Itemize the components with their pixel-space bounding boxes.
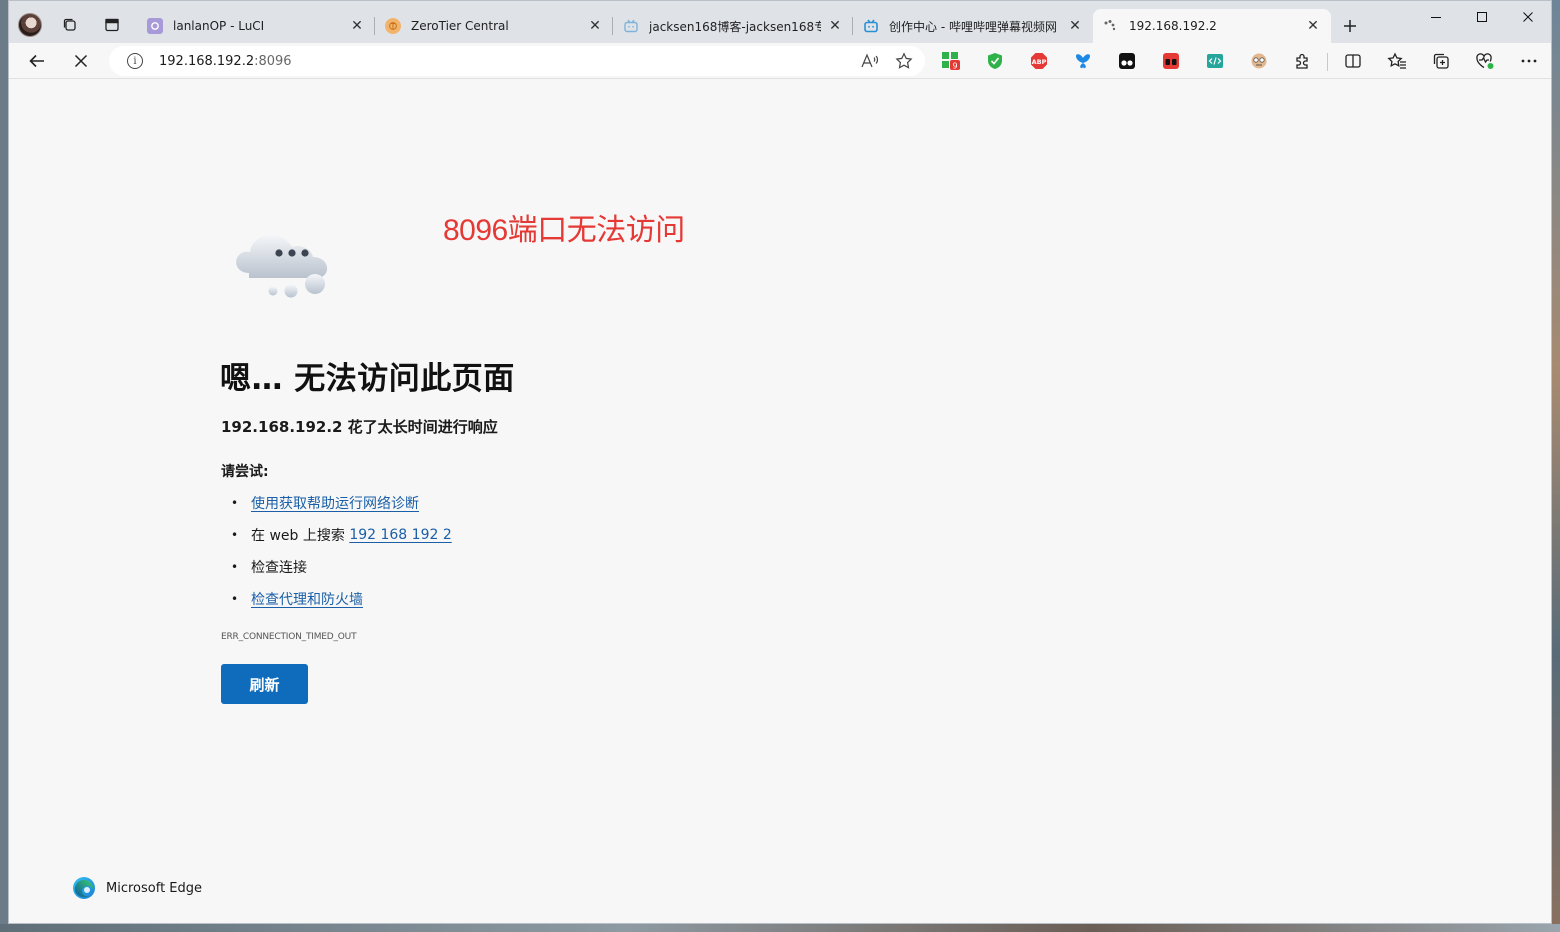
tab-title: ZeroTier Central bbox=[411, 19, 509, 33]
close-icon[interactable]: ✕ bbox=[349, 18, 365, 34]
zerotier-icon bbox=[385, 18, 401, 34]
workspaces-icon bbox=[63, 18, 76, 31]
butterfly-icon[interactable] bbox=[1073, 51, 1093, 71]
url-text[interactable]: 192.168.192.2:8096 bbox=[159, 54, 857, 69]
annotation-text: 8096端口无法访问 bbox=[443, 214, 685, 247]
close-icon bbox=[1523, 12, 1533, 22]
page-title: 嗯… 无法访问此页面 bbox=[220, 361, 515, 397]
tab-bilibili-creator[interactable]: 创作中心 - 哔哩哔哩弹幕视频网 ✕ bbox=[853, 9, 1093, 43]
close-icon[interactable]: ✕ bbox=[587, 18, 603, 34]
suggestion-item: • 在 web 上搜索 192 168 192 2 bbox=[231, 527, 452, 544]
tab-zerotier[interactable]: ZeroTier Central ✕ bbox=[375, 9, 613, 43]
luci-icon bbox=[147, 18, 163, 34]
thinking-cloud-icon bbox=[236, 235, 328, 298]
favorite-star-icon[interactable] bbox=[891, 48, 917, 74]
avatar bbox=[18, 13, 42, 37]
collections-icon[interactable] bbox=[1431, 51, 1451, 71]
suggestion-text: 检查连接 bbox=[251, 560, 307, 576]
tab-title: jacksen168博客-jacksen168专栏 bbox=[649, 19, 821, 34]
extension-todo-icon[interactable]: 9 bbox=[941, 51, 961, 71]
vertical-tabs-icon bbox=[105, 18, 119, 32]
extensions-puzzle-icon[interactable] bbox=[1293, 51, 1313, 71]
favorites-icon[interactable] bbox=[1387, 51, 1407, 71]
navigation-toolbar: i 192.168.192.2:8096 9 ABP bbox=[9, 43, 1551, 79]
profile-button[interactable] bbox=[15, 10, 45, 40]
address-bar[interactable]: i 192.168.192.2:8096 bbox=[109, 46, 925, 76]
close-icon[interactable]: ✕ bbox=[1305, 18, 1321, 34]
tab-title: 192.168.192.2 bbox=[1129, 19, 1217, 33]
try-label: 请尝试: bbox=[221, 464, 269, 480]
maximize-icon bbox=[1477, 12, 1487, 22]
workspaces-button[interactable] bbox=[55, 10, 85, 40]
close-window-button[interactable] bbox=[1505, 1, 1551, 33]
edge-logo-icon bbox=[73, 877, 95, 899]
desktop-background bbox=[0, 924, 1560, 932]
more-menu-icon[interactable] bbox=[1519, 51, 1539, 71]
tab-jacksen-blog[interactable]: jacksen168博客-jacksen168专栏 ✕ bbox=[613, 9, 853, 43]
back-button[interactable] bbox=[21, 45, 53, 77]
tab-title: lanlanOP - LuCI bbox=[173, 19, 265, 33]
minimize-button[interactable] bbox=[1413, 1, 1459, 33]
code-icon[interactable] bbox=[1205, 51, 1225, 71]
shield-icon[interactable] bbox=[985, 51, 1005, 71]
desktop-background bbox=[1552, 0, 1560, 932]
tab-active-192-168-192-2[interactable]: 192.168.192.2 ✕ bbox=[1093, 9, 1331, 43]
minimize-icon bbox=[1431, 17, 1441, 18]
error-code: ERR_CONNECTION_TIMED_OUT bbox=[221, 632, 357, 642]
read-aloud-icon[interactable] bbox=[857, 48, 883, 74]
extension-red-icon[interactable] bbox=[1161, 51, 1181, 71]
tampermonkey-icon[interactable] bbox=[1117, 51, 1137, 71]
adblock-icon[interactable]: ABP bbox=[1029, 51, 1049, 71]
cartoon-face-icon[interactable] bbox=[1249, 51, 1269, 71]
svg-text:ABP: ABP bbox=[1032, 58, 1047, 66]
suggestion-item: • 检查连接 bbox=[231, 557, 831, 577]
tab-luci[interactable]: lanlanOP - LuCI ✕ bbox=[137, 9, 375, 43]
error-page: 8096端口无法访问 嗯… 无法访问此页面 192.168.192.2 花了太长… bbox=[9, 79, 1551, 923]
tab-title: 创作中心 - 哔哩哔哩弹幕视频网 bbox=[889, 19, 1057, 34]
maximize-button[interactable] bbox=[1459, 1, 1505, 33]
suggestion-item: • 使用获取帮助运行网络诊断 bbox=[231, 493, 831, 513]
close-icon[interactable]: ✕ bbox=[1067, 18, 1083, 34]
close-icon bbox=[74, 54, 88, 68]
browser-essentials-icon[interactable] bbox=[1475, 51, 1495, 71]
suggestion-item: • 检查代理和防火墙 bbox=[231, 589, 831, 609]
suggestion-text: 在 web 上搜索 bbox=[251, 528, 350, 544]
network-diagnostics-link[interactable]: 使用获取帮助运行网络诊断 bbox=[251, 493, 419, 513]
plus-icon bbox=[1344, 20, 1356, 32]
close-icon[interactable]: ✕ bbox=[827, 18, 843, 34]
bilibili-icon bbox=[623, 18, 639, 34]
error-description: 192.168.192.2 花了太长时间进行响应 bbox=[221, 418, 498, 436]
new-tab-button[interactable] bbox=[1337, 13, 1363, 39]
check-proxy-firewall-link[interactable]: 检查代理和防火墙 bbox=[251, 589, 363, 609]
arrow-left-icon bbox=[29, 54, 44, 68]
svg-text:9: 9 bbox=[952, 62, 957, 71]
loading-icon bbox=[1103, 18, 1119, 34]
tab-strip: lanlanOP - LuCI ✕ ZeroTier Central ✕ jac… bbox=[9, 1, 1551, 43]
split-screen-icon[interactable] bbox=[1343, 51, 1363, 71]
bilibili-icon bbox=[863, 18, 879, 34]
info-icon[interactable]: i bbox=[127, 53, 143, 69]
browser-window: lanlanOP - LuCI ✕ ZeroTier Central ✕ jac… bbox=[8, 0, 1552, 924]
refresh-button[interactable]: 刷新 bbox=[221, 664, 308, 704]
tab-actions-button[interactable] bbox=[97, 10, 127, 40]
brand-name: Microsoft Edge bbox=[106, 880, 203, 896]
web-search-link[interactable]: 192 168 192 2 bbox=[349, 527, 451, 543]
brand-footer: Microsoft Edge bbox=[72, 876, 202, 900]
stop-loading-button[interactable] bbox=[65, 45, 97, 77]
